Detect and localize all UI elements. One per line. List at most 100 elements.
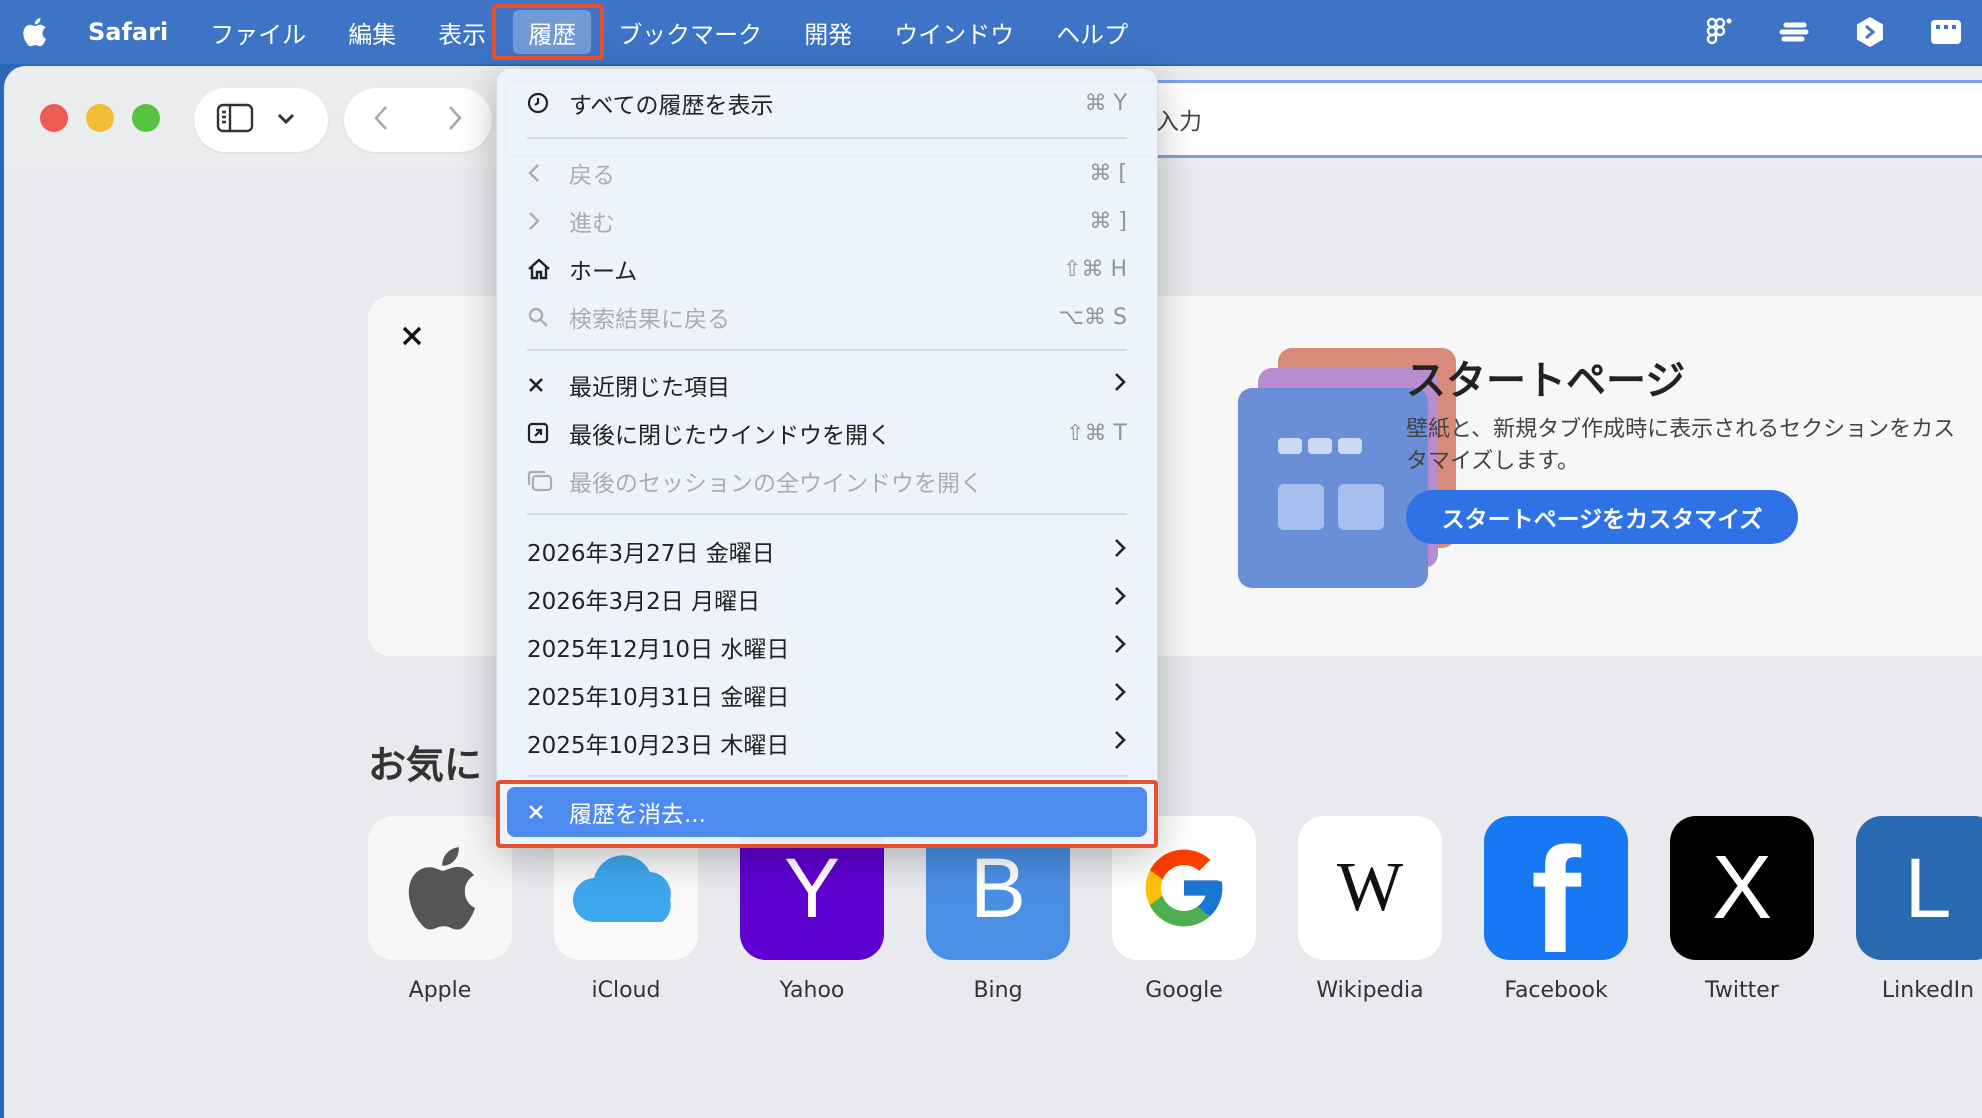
wikipedia-icon: W (1298, 816, 1442, 960)
close-x-icon (527, 376, 557, 394)
minimize-window-button[interactable] (86, 104, 114, 132)
submenu-chevron-icon (1113, 371, 1127, 399)
menu-window[interactable]: ウインドウ (873, 0, 1035, 64)
menu-bookmarks[interactable]: ブックマーク (597, 0, 783, 64)
menu-view[interactable]: 表示 (417, 0, 507, 64)
start-page-description: 壁紙と、新規タブ作成時に表示されるセクションをカスタマイズします。 (1406, 417, 1956, 474)
sidebar-icon (216, 103, 254, 137)
status-area (1700, 0, 1982, 64)
menu-separator (527, 513, 1127, 515)
favorite-wikipedia[interactable]: W Wikipedia (1298, 816, 1442, 1003)
favorite-facebook[interactable]: f Facebook (1484, 816, 1628, 1003)
menu-item-history-date[interactable]: 2026年3月2日 月曜日 (527, 577, 1127, 621)
start-page-title: スタートページ (1406, 358, 1686, 404)
menu-item-back: 戻る ⌘ [ (527, 151, 1127, 195)
submenu-chevron-icon (1113, 633, 1127, 661)
menu-item-history-date[interactable]: 2025年12月10日 水曜日 (527, 625, 1127, 669)
favorite-label: Bing (973, 978, 1023, 1003)
menu-item-back-to-search: 検索結果に戻る ⌥⌘ S (527, 295, 1127, 339)
menu-item-show-all-history[interactable]: すべての履歴を表示 ⌘ Y (527, 81, 1127, 125)
menu-item-label: 履歴を消去... (569, 802, 706, 828)
date-label: 2026年3月2日 月曜日 (527, 589, 761, 615)
submenu-chevron-icon (1113, 585, 1127, 613)
menu-item-label: すべての履歴を表示 (569, 93, 774, 119)
home-icon (527, 258, 557, 280)
menu-item-history-date[interactable]: 2025年10月23日 木曜日 (527, 721, 1127, 765)
shortcut-label: ⌘ ] (1089, 208, 1127, 234)
back-arrow-icon[interactable] (373, 104, 389, 136)
menu-item-label: 最後のセッションの全ウインドウを開く (569, 471, 983, 497)
favorite-twitter[interactable]: X Twitter (1670, 816, 1814, 1003)
menu-file[interactable]: ファイル (189, 0, 327, 64)
favorites-title: お気に (368, 743, 483, 787)
menu-item-home[interactable]: ホーム ⇧⌘ H (527, 247, 1127, 291)
favorite-label: Google (1145, 978, 1223, 1003)
menu-item-history-date[interactable]: 2025年10月31日 金曜日 (527, 673, 1127, 717)
menu-safari[interactable]: Safari (68, 0, 189, 64)
menu-item-reopen-last-window[interactable]: 最後に閉じたウインドウを開く ⇧⌘ T (527, 411, 1127, 455)
menu-item-recently-closed[interactable]: 最近閉じた項目 (527, 363, 1127, 407)
bing-glyph: B (969, 840, 1027, 935)
menu-item-clear-history[interactable]: 履歴を消去... (507, 787, 1147, 837)
menu-item-reopen-session: 最後のセッションの全ウインドウを開く (527, 459, 1127, 503)
menu-help[interactable]: ヘルプ (1035, 0, 1149, 64)
menu-history[interactable]: 履歴 (507, 0, 597, 64)
windows-stack-icon (527, 470, 557, 492)
back-chevron-icon (527, 162, 557, 184)
x-icon: X (1670, 816, 1814, 960)
facebook-icon: f (1484, 816, 1628, 960)
shortcut-label: ⌘ [ (1089, 160, 1127, 186)
date-label: 2025年12月10日 水曜日 (527, 637, 790, 663)
yahoo-glyph: Y (783, 840, 841, 935)
menu-history-label: 履歴 (528, 20, 577, 49)
date-label: 2025年10月23日 木曜日 (527, 733, 790, 759)
menu-safari-label: Safari (88, 18, 169, 46)
menu-item-forward: 進む ⌘ ] (527, 199, 1127, 243)
menu-separator (527, 349, 1127, 351)
close-window-button[interactable] (40, 104, 68, 132)
menu-separator (527, 775, 1127, 777)
menu-edit-label: 編集 (348, 20, 397, 49)
shortcut-label: ⇧⌘ T (1066, 420, 1127, 446)
clear-x-icon (527, 803, 557, 821)
navigation-buttons (344, 88, 492, 152)
menu-item-label: 検索結果に戻る (569, 307, 730, 333)
menu-view-label: 表示 (438, 20, 487, 49)
forward-chevron-icon (527, 210, 557, 232)
submenu-chevron-icon (1113, 729, 1127, 757)
favorite-label: Yahoo (779, 978, 845, 1003)
menu-edit[interactable]: 編集 (327, 0, 417, 64)
favorite-apple[interactable]: Apple (368, 816, 512, 1003)
sidebar-toggle-button[interactable] (194, 88, 328, 152)
menu-item-label: 戻る (569, 163, 615, 189)
shortcut-label: ⌘ Y (1084, 90, 1127, 116)
menu-item-label: 最近閉じた項目 (569, 375, 730, 401)
shortcut-app-icon[interactable] (1852, 14, 1888, 50)
favorite-label: Apple (408, 978, 472, 1003)
date-label: 2026年3月27日 金曜日 (527, 541, 775, 567)
customize-start-page-button[interactable]: スタートページをカスタマイズ (1406, 490, 1798, 544)
sync-icon[interactable] (1776, 14, 1812, 50)
menu-item-history-date[interactable]: 2026年3月27日 金曜日 (527, 529, 1127, 573)
close-card-icon[interactable] (398, 322, 426, 350)
favorite-label: Twitter (1705, 978, 1779, 1003)
reopen-window-icon (527, 422, 557, 444)
linkedin-icon: L (1856, 816, 1982, 960)
favorite-label: LinkedIn (1881, 978, 1975, 1003)
shortcut-label: ⌥⌘ S (1058, 304, 1127, 330)
menu-item-label: 進む (569, 211, 615, 237)
forward-arrow-icon[interactable] (447, 104, 463, 136)
favorite-linkedin[interactable]: L LinkedIn (1856, 816, 1982, 1003)
submenu-chevron-icon (1113, 681, 1127, 709)
figma-icon[interactable] (1700, 14, 1736, 50)
date-label: 2025年10月31日 金曜日 (527, 685, 790, 711)
window-app-icon[interactable] (1928, 14, 1964, 50)
menu-develop[interactable]: 開発 (783, 0, 873, 64)
chevron-down-icon[interactable] (276, 111, 296, 130)
favorite-label: Wikipedia (1316, 978, 1424, 1003)
history-menu: すべての履歴を表示 ⌘ Y 戻る ⌘ [ 進む ⌘ ] ホーム ⇧⌘ H 検索結… (496, 68, 1158, 848)
zoom-window-button[interactable] (132, 104, 160, 132)
menu-separator (527, 137, 1127, 139)
address-placeholder: 入力 (1156, 109, 1202, 135)
apple-menu-icon[interactable] (0, 17, 68, 47)
